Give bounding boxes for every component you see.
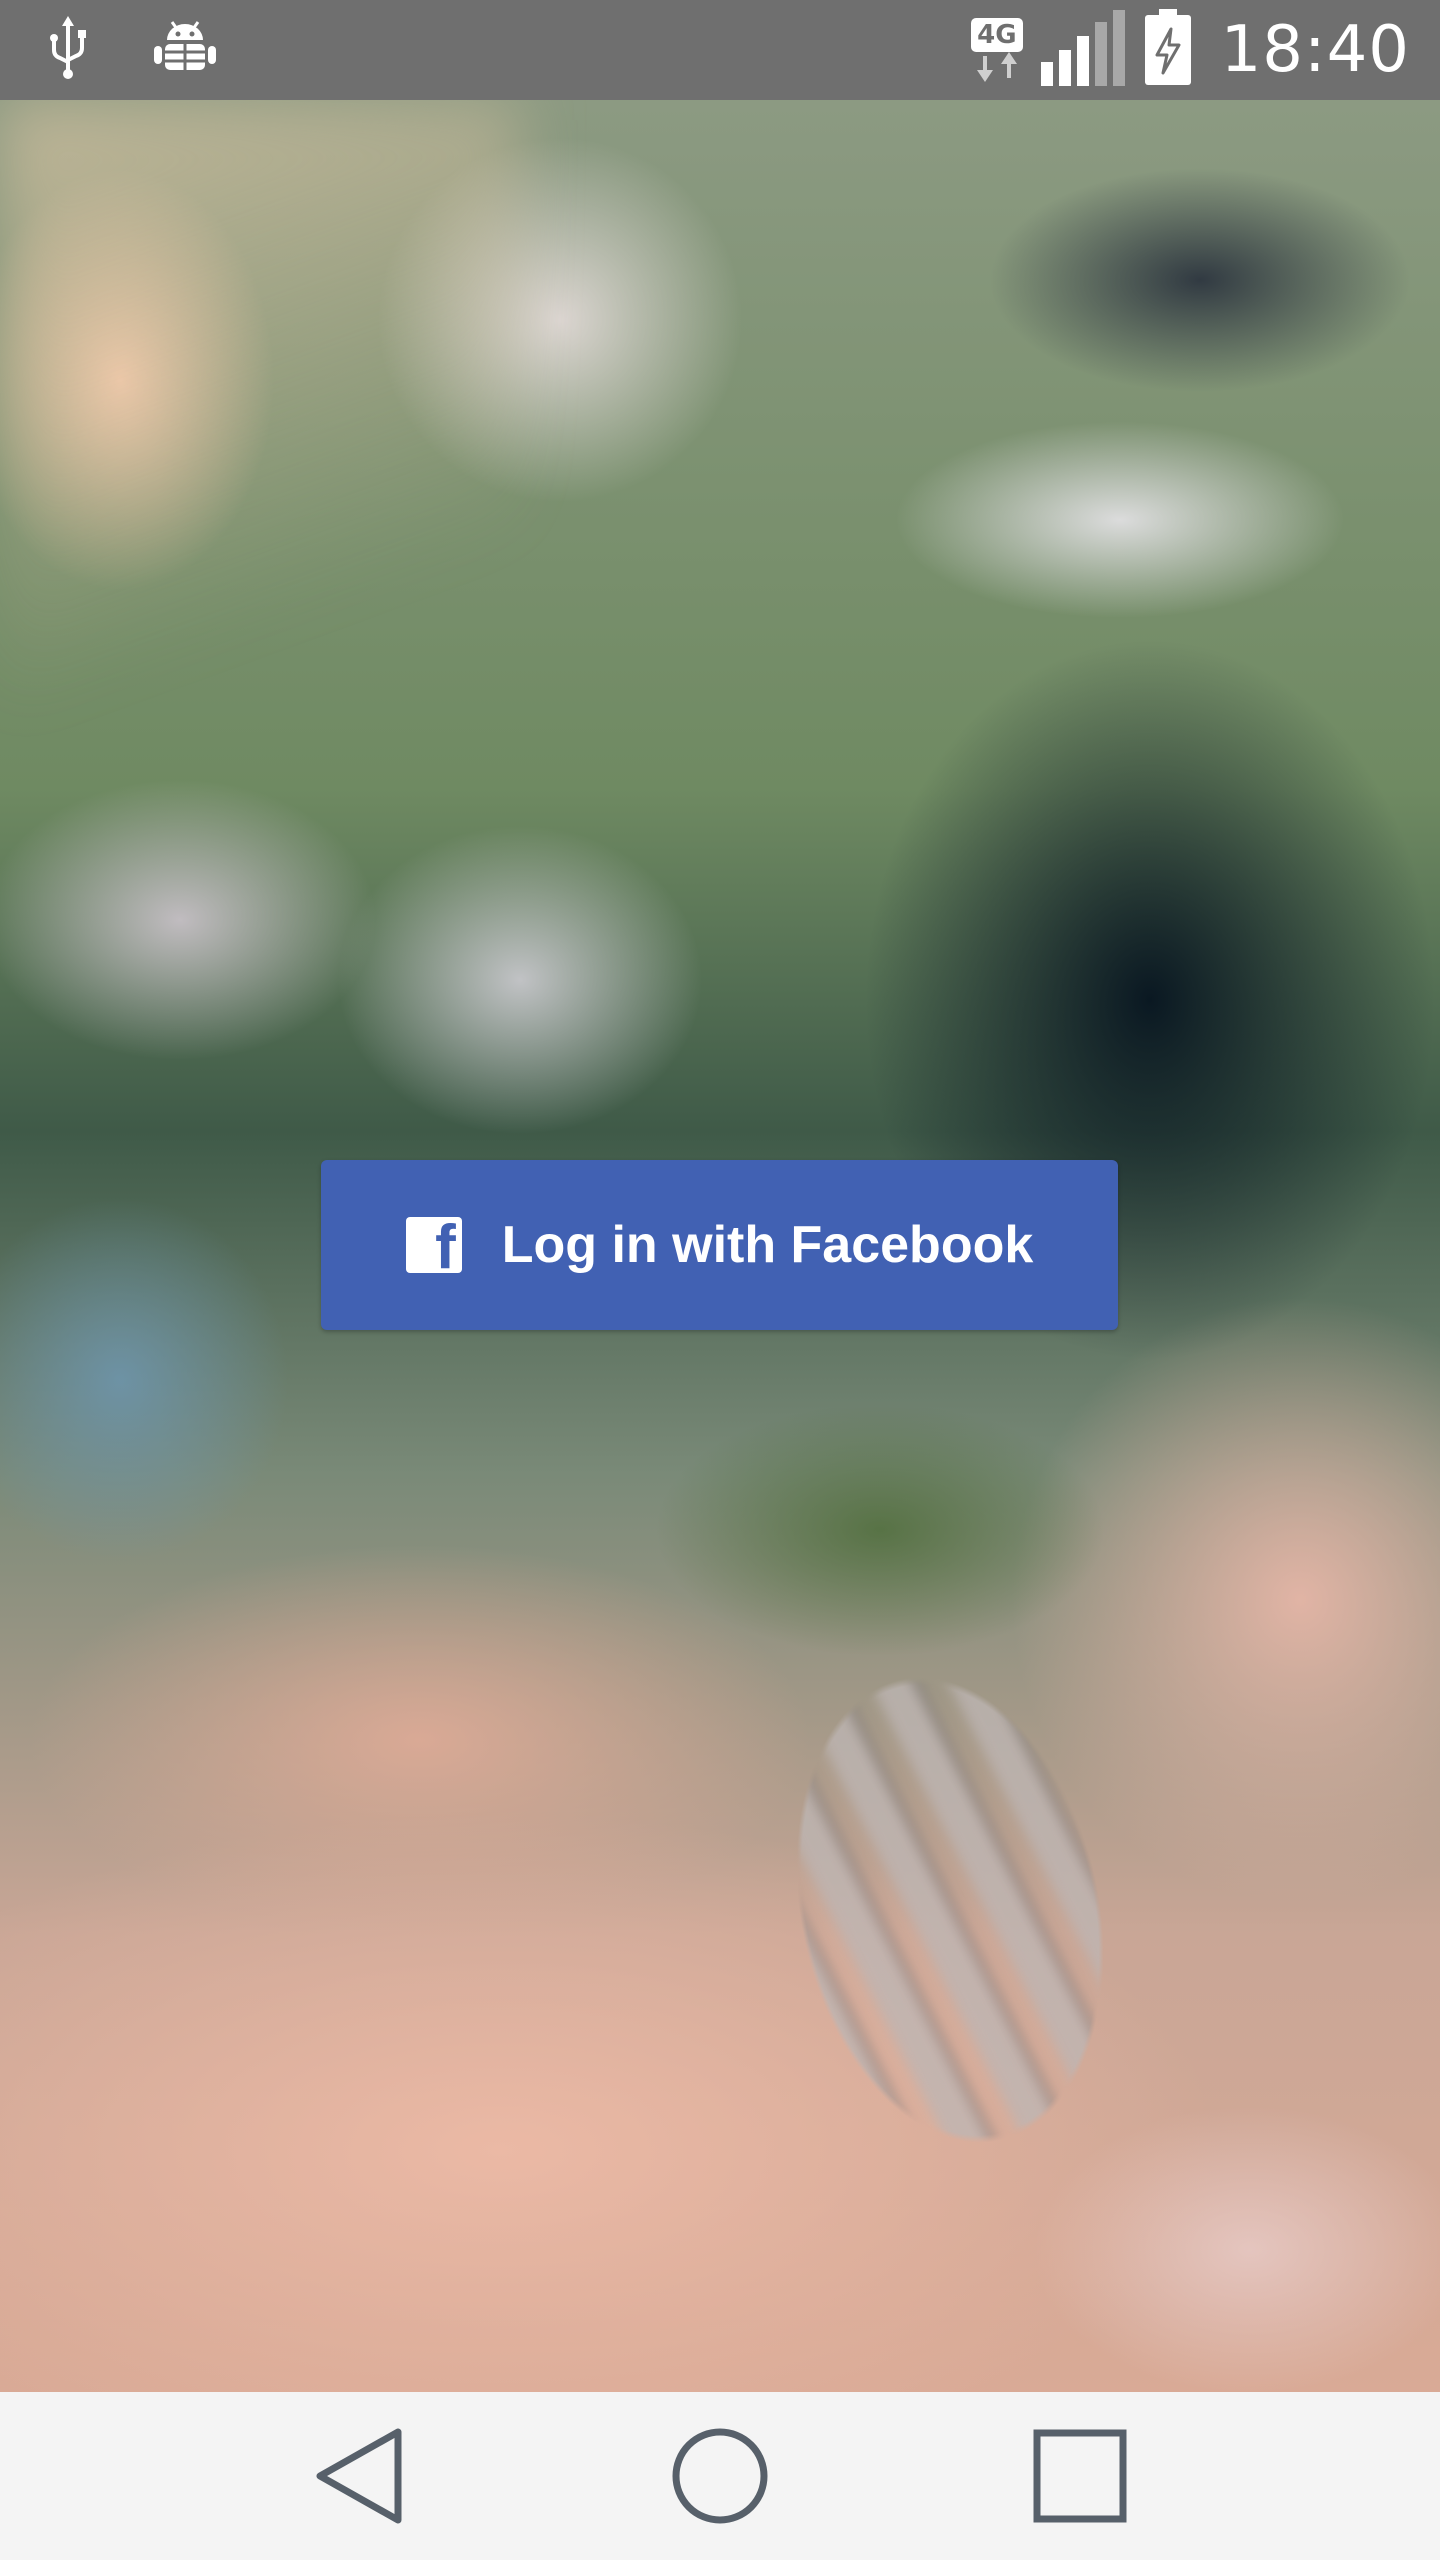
facebook-login-label: Log in with Facebook [501,1216,1034,1274]
android-debug-icon [152,18,218,83]
recents-square-icon [1033,2429,1127,2523]
status-left [46,15,218,85]
navigation-bar [0,2392,1440,2560]
status-bar: 4G 18:40 [0,0,1440,100]
status-right: 4G 18:40 [971,8,1410,92]
back-triangle-icon [316,2428,402,2524]
facebook-icon: f [405,1217,462,1279]
photo-bangles [624,1476,1276,2344]
recents-button[interactable] [1020,2416,1140,2536]
usb-icon [46,15,90,85]
status-clock: 18:40 [1220,13,1410,87]
facebook-login-button[interactable]: f Log in with Facebook [321,1160,1118,1330]
battery-charging-icon [1143,8,1193,92]
home-circle-icon [672,2428,768,2524]
signal-icon [1040,9,1125,91]
network-4g-icon: 4G [971,18,1023,82]
home-button[interactable] [660,2416,780,2536]
back-button[interactable] [300,2416,420,2536]
photo-hair-area [0,100,520,800]
network-type-label: 4G [971,18,1023,52]
